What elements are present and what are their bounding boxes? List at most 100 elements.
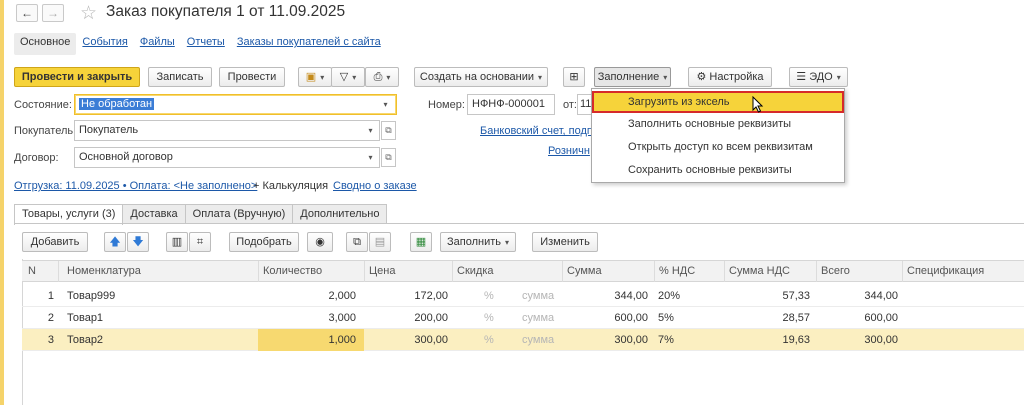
tab-payment[interactable]: Оплата (Вручную) xyxy=(184,204,294,224)
row-discount-pct[interactable]: % xyxy=(484,329,504,351)
row-sum[interactable]: 344,00 xyxy=(562,285,648,307)
nav-tab-files[interactable]: Файлы xyxy=(134,33,181,55)
contract-label: Договор: xyxy=(14,152,59,164)
col-quantity[interactable]: Количество xyxy=(258,261,364,282)
save-button[interactable]: Записать xyxy=(148,67,212,87)
col-vat-rate[interactable]: % НДС xyxy=(654,261,724,282)
row-number: 1 xyxy=(47,290,54,302)
structure-button[interactable]: ⊞ xyxy=(563,67,585,87)
filter-button[interactable]: ▽ ▾ xyxy=(331,67,365,87)
bank-account-link[interactable]: Банковский счет, подпи xyxy=(480,125,599,137)
row-vat-rate[interactable]: 7% xyxy=(658,329,718,351)
row-price[interactable]: 300,00 xyxy=(364,329,448,351)
row-name[interactable]: Товар2 xyxy=(67,329,257,351)
state-field[interactable]: Не обработан xyxy=(74,94,397,115)
calculation-toggle[interactable]: + Калькуляция xyxy=(253,180,328,192)
create-based-on-button[interactable]: Создать на основании ▾ xyxy=(414,67,548,87)
row-total[interactable]: 344,00 xyxy=(816,285,898,307)
chevron-down-icon[interactable]: ▾ xyxy=(363,121,378,140)
row-sum[interactable]: 600,00 xyxy=(562,307,648,329)
menu-item-open-all-attrs[interactable]: Открыть доступ ко всем реквизитам xyxy=(592,136,844,158)
view-button[interactable]: ◉ xyxy=(307,232,333,252)
fill-table-button[interactable]: Заполнить ▾ xyxy=(440,232,516,252)
row-vat-rate[interactable]: 20% xyxy=(658,285,718,307)
table-row[interactable]: 1 Товар999 2,000 172,00 % сумма 344,00 2… xyxy=(22,285,1024,307)
back-arrow-icon[interactable]: ← xyxy=(16,4,38,22)
pick-button[interactable]: Подобрать xyxy=(229,232,299,252)
row-quantity: 1,000 xyxy=(328,334,356,346)
settings-button[interactable]: ⚙ Настройка xyxy=(688,67,772,87)
number-field[interactable]: НФНФ-000001 xyxy=(467,94,555,115)
col-discount[interactable]: Скидка xyxy=(452,261,562,282)
active-quantity-cell[interactable]: 1,000 xyxy=(258,329,364,351)
row-discount-pct[interactable]: % xyxy=(484,285,504,307)
nav-tab-main[interactable]: Основное xyxy=(14,33,77,55)
row-price[interactable]: 172,00 xyxy=(364,285,448,307)
row-quantity[interactable]: 2,000 xyxy=(258,285,356,307)
post-button[interactable]: Провести xyxy=(219,67,285,87)
contract-field[interactable]: Основной договор xyxy=(74,147,380,168)
row-vat-rate[interactable]: 5% xyxy=(658,307,718,329)
col-vat-sum[interactable]: Сумма НДС xyxy=(724,261,816,282)
favorite-star-icon[interactable]: ☆ xyxy=(80,2,97,25)
menu-item-load-from-excel[interactable]: Загрузить из эксель xyxy=(592,91,844,113)
barcode-button[interactable]: ▥ xyxy=(166,232,188,252)
open-link-icon[interactable]: ⧉ xyxy=(381,121,396,140)
row-name[interactable]: Товар1 xyxy=(67,307,257,329)
change-button[interactable]: Изменить xyxy=(532,232,598,252)
order-summary-link[interactable]: Сводно о заказе xyxy=(333,180,417,192)
paste-button[interactable]: ▤ xyxy=(369,232,391,252)
number-label: Номер: xyxy=(428,99,465,111)
table-row[interactable]: 2 Товар1 3,000 200,00 % сумма 600,00 5% … xyxy=(22,307,1024,329)
move-up-button[interactable]: 🡅 xyxy=(104,232,126,252)
row-name[interactable]: Товар999 xyxy=(67,285,257,307)
open-link-icon[interactable]: ⧉ xyxy=(381,148,396,167)
forward-arrow-icon[interactable]: → xyxy=(42,4,64,22)
col-sum[interactable]: Сумма xyxy=(562,261,654,282)
col-total[interactable]: Всего xyxy=(816,261,902,282)
row-total[interactable]: 600,00 xyxy=(816,307,898,329)
move-down-button[interactable]: 🡇 xyxy=(127,232,149,252)
row-discount-sum[interactable]: сумма xyxy=(522,285,562,307)
tab-goods-services[interactable]: Товары, услуги (3) xyxy=(14,204,124,225)
add-row-button[interactable]: Добавить xyxy=(22,232,88,252)
chevron-down-icon[interactable]: ▾ xyxy=(363,148,378,167)
col-nomenclature[interactable]: Номенклатура xyxy=(58,261,258,282)
fill-dropdown-button[interactable]: Заполнение ▾ xyxy=(594,67,671,87)
col-n[interactable]: N xyxy=(22,261,58,282)
buyer-field[interactable]: Покупатель xyxy=(74,120,380,141)
post-and-close-button[interactable]: Провести и закрыть xyxy=(14,67,140,87)
shipment-payment-link[interactable]: Отгрузка: 11.09.2025 • Оплата: <Не запол… xyxy=(14,180,257,192)
nav-tab-events[interactable]: События xyxy=(76,33,133,55)
row-sum[interactable]: 300,00 xyxy=(562,329,648,351)
table-row-selected[interactable]: 3 Товар2 1,000 300,00 % сумма 300,00 7% … xyxy=(22,329,1024,351)
excel-button[interactable]: ▦ xyxy=(410,232,432,252)
row-vat-sum[interactable]: 19,63 xyxy=(724,329,810,351)
scan-button[interactable]: ⌗ xyxy=(189,232,211,252)
structure-icon: ⊞ xyxy=(569,71,579,83)
col-price[interactable]: Цена xyxy=(364,261,452,282)
print-forms-button[interactable]: ▣ ▾ xyxy=(298,67,332,87)
row-quantity[interactable]: 3,000 xyxy=(258,307,356,329)
menu-item-fill-main-attrs[interactable]: Заполнить основные реквизиты xyxy=(592,113,844,135)
nav-tab-reports[interactable]: Отчеты xyxy=(181,33,231,55)
edo-button[interactable]: ☰ ЭДО ▾ xyxy=(789,67,848,87)
row-vat-sum[interactable]: 57,33 xyxy=(724,285,810,307)
row-total[interactable]: 300,00 xyxy=(816,329,898,351)
row-vat-sum[interactable]: 28,57 xyxy=(724,307,810,329)
row-price[interactable]: 200,00 xyxy=(364,307,448,329)
chevron-down-icon: ▾ xyxy=(386,73,391,82)
chevron-down-icon[interactable]: ▾ xyxy=(378,95,393,114)
form-navigation: Основное События Файлы Отчеты Заказы пок… xyxy=(14,33,387,55)
copy-button[interactable]: ⧉ xyxy=(346,232,368,252)
row-discount-sum[interactable]: сумма xyxy=(522,307,562,329)
col-specification[interactable]: Спецификация xyxy=(902,261,1024,282)
nav-tab-site-orders[interactable]: Заказы покупателей с сайта xyxy=(231,33,387,55)
tab-additional[interactable]: Дополнительно xyxy=(292,204,388,224)
menu-item-save-main-attrs[interactable]: Сохранить основные реквизиты xyxy=(592,159,844,181)
row-discount-pct[interactable]: % xyxy=(484,307,504,329)
row-discount-sum[interactable]: сумма xyxy=(522,329,562,351)
print-button[interactable]: ⎙ ▾ xyxy=(365,67,399,87)
retail-link[interactable]: Розничн xyxy=(548,145,590,157)
tab-delivery[interactable]: Доставка xyxy=(122,204,186,224)
